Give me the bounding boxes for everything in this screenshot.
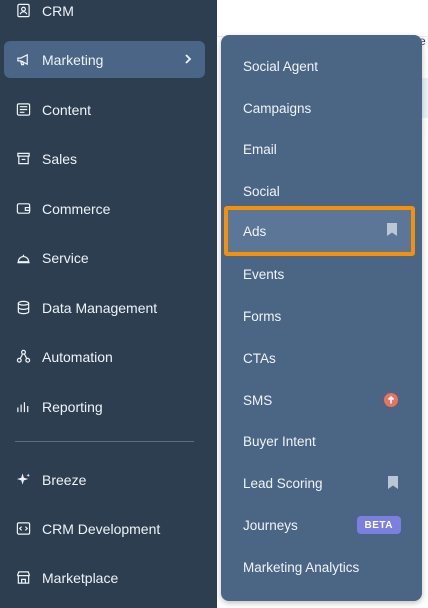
content-icon xyxy=(16,102,31,117)
submenu-item-social-agent[interactable]: Social Agent xyxy=(221,45,422,87)
submenu-item-forms[interactable]: Forms xyxy=(221,295,422,337)
sidebar-item-service[interactable]: Service xyxy=(4,239,205,276)
submenu-item-email[interactable]: Email xyxy=(221,128,422,170)
sidebar-item-reporting[interactable]: Reporting xyxy=(4,388,205,425)
submenu-item-label: Events xyxy=(243,266,285,282)
contact-card-icon xyxy=(16,3,31,18)
marketing-submenu: Social Agent Campaigns Email Social Ads … xyxy=(221,35,422,601)
submenu-item-sms[interactable]: SMS xyxy=(221,379,422,421)
submenu-item-label: Campaigns xyxy=(243,100,312,116)
submenu-item-label: Lead Scoring xyxy=(243,475,323,491)
sidebar-item-label: Marketplace xyxy=(42,569,119,586)
sidebar-item-automation[interactable]: Automation xyxy=(4,338,205,375)
sidebar-item-label: Reporting xyxy=(42,398,103,415)
submenu-item-label: Ads xyxy=(243,223,267,239)
submenu-item-campaigns[interactable]: Campaigns xyxy=(221,87,422,129)
sidebar-item-marketing[interactable]: Marketing xyxy=(4,41,205,78)
submenu-item-journeys[interactable]: Journeys BETA xyxy=(221,504,422,546)
workflow-icon xyxy=(16,349,31,364)
submenu-item-ads[interactable]: Ads xyxy=(224,206,415,256)
sidebar-nav: CRM Marketing Content Sales Commerce Ser… xyxy=(0,0,217,608)
wallet-icon xyxy=(16,201,31,216)
sparkle-icon xyxy=(16,472,31,487)
sidebar-item-label: Content xyxy=(42,101,92,118)
sidebar-item-label: CRM xyxy=(42,2,74,19)
submenu-item-ctas[interactable]: CTAs xyxy=(221,337,422,379)
sidebar-divider xyxy=(15,441,194,442)
sidebar-item-label: Marketing xyxy=(42,51,104,68)
submenu-item-label: Marketing Analytics xyxy=(243,559,360,575)
sidebar-item-crm-development[interactable]: CRM Development xyxy=(4,510,205,547)
sidebar-item-crm[interactable]: CRM xyxy=(4,0,205,29)
beta-badge: BETA xyxy=(356,516,401,534)
submenu-item-label: Email xyxy=(243,141,277,157)
sidebar-item-commerce[interactable]: Commerce xyxy=(4,190,205,227)
sidebar-item-label: Data Management xyxy=(42,299,158,316)
code-icon xyxy=(16,521,31,536)
megaphone-icon xyxy=(16,52,31,67)
submenu-item-label: Forms xyxy=(243,308,282,324)
sidebar-item-label: CRM Development xyxy=(42,520,161,537)
submenu-item-marketing-analytics[interactable]: Marketing Analytics xyxy=(221,546,422,588)
sidebar-item-label: Sales xyxy=(42,150,78,167)
chevron-right-icon xyxy=(185,54,192,64)
sidebar-item-breeze[interactable]: Breeze xyxy=(4,461,205,498)
bookmark-icon[interactable] xyxy=(387,223,397,236)
submenu-item-label: Social xyxy=(243,183,280,199)
submenu-item-label: CTAs xyxy=(243,350,276,366)
submenu-item-label: Buyer Intent xyxy=(243,433,316,449)
sidebar-item-sales[interactable]: Sales xyxy=(4,140,205,177)
sidebar-item-label: Service xyxy=(42,249,89,266)
sidebar-item-label: Breeze xyxy=(42,471,87,488)
submenu-item-label: Journeys xyxy=(243,517,298,533)
submenu-item-lead-scoring[interactable]: Lead Scoring xyxy=(221,462,422,504)
sidebar-item-label: Automation xyxy=(42,348,113,365)
submenu-item-events[interactable]: Events xyxy=(221,253,422,295)
sidebar-item-marketplace[interactable]: Marketplace xyxy=(4,559,205,596)
database-icon xyxy=(16,300,31,315)
bar-chart-icon xyxy=(16,399,31,414)
storefront-icon xyxy=(16,570,31,585)
submenu-item-label: Social Agent xyxy=(243,58,319,74)
submenu-item-label: SMS xyxy=(243,392,273,408)
sidebar-item-content[interactable]: Content xyxy=(4,91,205,128)
service-bell-icon xyxy=(16,250,31,265)
sales-icon xyxy=(16,151,31,166)
bookmark-icon[interactable] xyxy=(388,476,398,489)
upgrade-arrow-icon xyxy=(384,393,398,407)
sidebar-item-data-management[interactable]: Data Management xyxy=(4,289,205,326)
sidebar-item-label: Commerce xyxy=(42,200,111,217)
submenu-item-buyer-intent[interactable]: Buyer Intent xyxy=(221,420,422,462)
